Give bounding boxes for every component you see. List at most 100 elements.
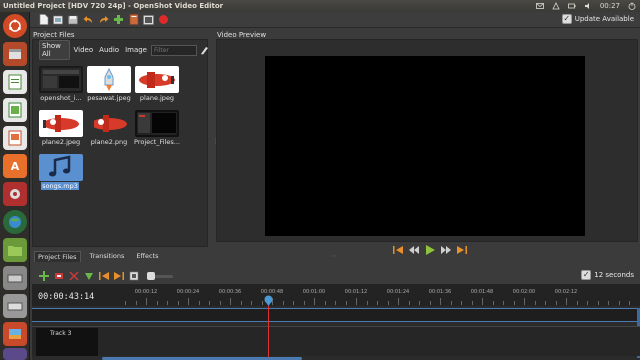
choose-profile-icon[interactable] xyxy=(128,14,139,25)
ruler-minor-tick xyxy=(450,301,452,305)
volume-icon[interactable] xyxy=(584,2,592,10)
ruler-minor-tick xyxy=(230,301,231,305)
folder-icon[interactable] xyxy=(3,238,27,262)
ruler-tick-label: 00:02:00 xyxy=(512,289,536,295)
writer-icon[interactable] xyxy=(3,70,27,94)
center-timeline-icon[interactable] xyxy=(128,271,139,281)
drive-icon[interactable] xyxy=(3,266,27,290)
export-video-icon[interactable] xyxy=(158,14,169,25)
ruler-minor-tick xyxy=(534,301,536,305)
rewind-icon[interactable] xyxy=(408,245,420,255)
file-manager-icon[interactable] xyxy=(3,42,27,66)
openshot-icon[interactable] xyxy=(3,322,27,346)
ruler-minor-tick xyxy=(251,301,252,305)
battery-icon[interactable] xyxy=(567,2,576,10)
ruler-tick-label: 00:00:24 xyxy=(176,289,200,295)
calc-icon[interactable] xyxy=(3,98,27,122)
update-label: Update Available xyxy=(574,15,634,23)
undo-icon[interactable] xyxy=(83,14,94,25)
file-name: Project_Files... xyxy=(134,138,180,146)
fullscreen-icon[interactable] xyxy=(143,14,154,25)
ruler-minor-tick xyxy=(398,301,399,305)
ruler-minor-tick xyxy=(335,301,336,305)
tab-project-files[interactable]: Project Files xyxy=(34,251,81,262)
project-files-panel: Show All Video Audio Image openshot_i... xyxy=(32,39,208,247)
ruler-minor-tick xyxy=(597,301,599,305)
zoom-check-icon: ✓ xyxy=(581,270,592,280)
filter-row: Show All Video Audio Image xyxy=(33,40,209,60)
ubuntu-dash-icon[interactable] xyxy=(3,14,27,38)
add-track-icon[interactable] xyxy=(38,271,49,281)
import-files-icon[interactable] xyxy=(113,14,124,25)
file-item[interactable]: plane2.jpeg xyxy=(37,110,85,150)
ruler-minor-tick xyxy=(576,301,578,305)
filter-show-all[interactable]: Show All xyxy=(39,40,70,60)
ruler-minor-tick xyxy=(419,301,420,305)
software-center-icon[interactable]: A xyxy=(3,154,27,178)
track-header[interactable]: Track 3 xyxy=(36,328,98,356)
play-icon[interactable] xyxy=(424,245,436,255)
current-time: 00:00:43:14 xyxy=(38,292,95,302)
clear-filter-icon[interactable] xyxy=(199,45,209,55)
timeline[interactable]: 00:00:43:14 00:00:12 00:00:24 00:00:36 00:0… xyxy=(32,284,640,360)
timeline-ruler[interactable]: 00:00:43:14 00:00:12 00:00:24 00:00:36 00:0… xyxy=(32,284,640,306)
ruler-minor-tick xyxy=(440,301,441,305)
zoom-slider[interactable] xyxy=(147,271,173,280)
clock[interactable]: 00:27 xyxy=(600,2,620,10)
file-item[interactable]: songs.mp3 xyxy=(37,154,85,194)
add-marker-icon[interactable] xyxy=(83,271,94,281)
track-row[interactable] xyxy=(32,308,640,322)
ruler-minor-tick xyxy=(240,301,242,305)
filter-input[interactable] xyxy=(151,44,197,56)
jump-start-icon[interactable] xyxy=(392,245,404,255)
tab-transitions[interactable]: Transitions xyxy=(87,251,128,262)
save-project-icon[interactable] xyxy=(68,14,79,25)
ruler-minor-tick xyxy=(167,301,168,305)
system-tray: 00:27 xyxy=(535,0,636,12)
new-project-icon[interactable] xyxy=(38,14,49,25)
ruler-tick-label: 00:01:00 xyxy=(302,289,326,295)
track-label: Track 3 xyxy=(50,330,72,337)
update-available-button[interactable]: ✓ Update Available xyxy=(561,14,634,24)
file-item[interactable]: plane.jpeg xyxy=(133,66,181,106)
splitter-handle-horizontal[interactable]: ⋯ xyxy=(330,252,337,260)
file-item[interactable]: plane2.png xyxy=(85,110,133,150)
rocket-image-thumbnail xyxy=(87,66,131,93)
impress-icon[interactable] xyxy=(3,126,27,150)
tab-effects[interactable]: Effects xyxy=(133,251,161,262)
usb-drive-icon[interactable] xyxy=(3,294,27,318)
fast-forward-icon[interactable] xyxy=(440,245,452,255)
mail-icon[interactable] xyxy=(535,2,544,10)
settings-icon[interactable] xyxy=(3,182,27,206)
ruler-minor-tick xyxy=(177,301,179,305)
zoom-level-label: 12 seconds xyxy=(594,271,634,279)
jump-end-icon[interactable] xyxy=(456,245,468,255)
ruler-minor-tick xyxy=(461,301,462,305)
ruler-minor-tick xyxy=(188,301,189,305)
ruler-minor-tick xyxy=(566,301,567,305)
file-item[interactable]: pesawat.jpeg xyxy=(85,66,133,106)
snap-icon[interactable] xyxy=(53,271,64,281)
network-icon[interactable] xyxy=(552,2,560,10)
razor-icon[interactable] xyxy=(68,271,79,281)
ruler-minor-tick xyxy=(408,301,410,305)
plane2-image-thumbnail xyxy=(39,110,83,137)
trash-icon[interactable] xyxy=(3,348,27,360)
previous-marker-icon[interactable] xyxy=(98,271,109,281)
browser-icon[interactable] xyxy=(3,210,27,234)
redo-icon[interactable] xyxy=(98,14,109,25)
open-project-icon[interactable] xyxy=(53,14,64,25)
ruler-minor-tick xyxy=(314,301,315,305)
file-item[interactable]: Project_Files... xyxy=(133,110,181,150)
power-icon[interactable] xyxy=(628,2,636,10)
filter-video[interactable]: Video xyxy=(72,45,96,55)
filter-audio[interactable]: Audio xyxy=(97,45,121,55)
panel-tabs: Project Files Transitions Effects xyxy=(32,251,162,262)
ruler-minor-tick xyxy=(303,301,305,305)
playhead-icon[interactable] xyxy=(263,295,274,306)
track-row[interactable]: Track 3 xyxy=(32,326,640,356)
zoom-slider-handle[interactable] xyxy=(147,271,155,280)
file-item[interactable]: openshot_i... xyxy=(37,66,85,106)
filter-image[interactable]: Image xyxy=(123,45,149,55)
next-marker-icon[interactable] xyxy=(113,271,124,281)
